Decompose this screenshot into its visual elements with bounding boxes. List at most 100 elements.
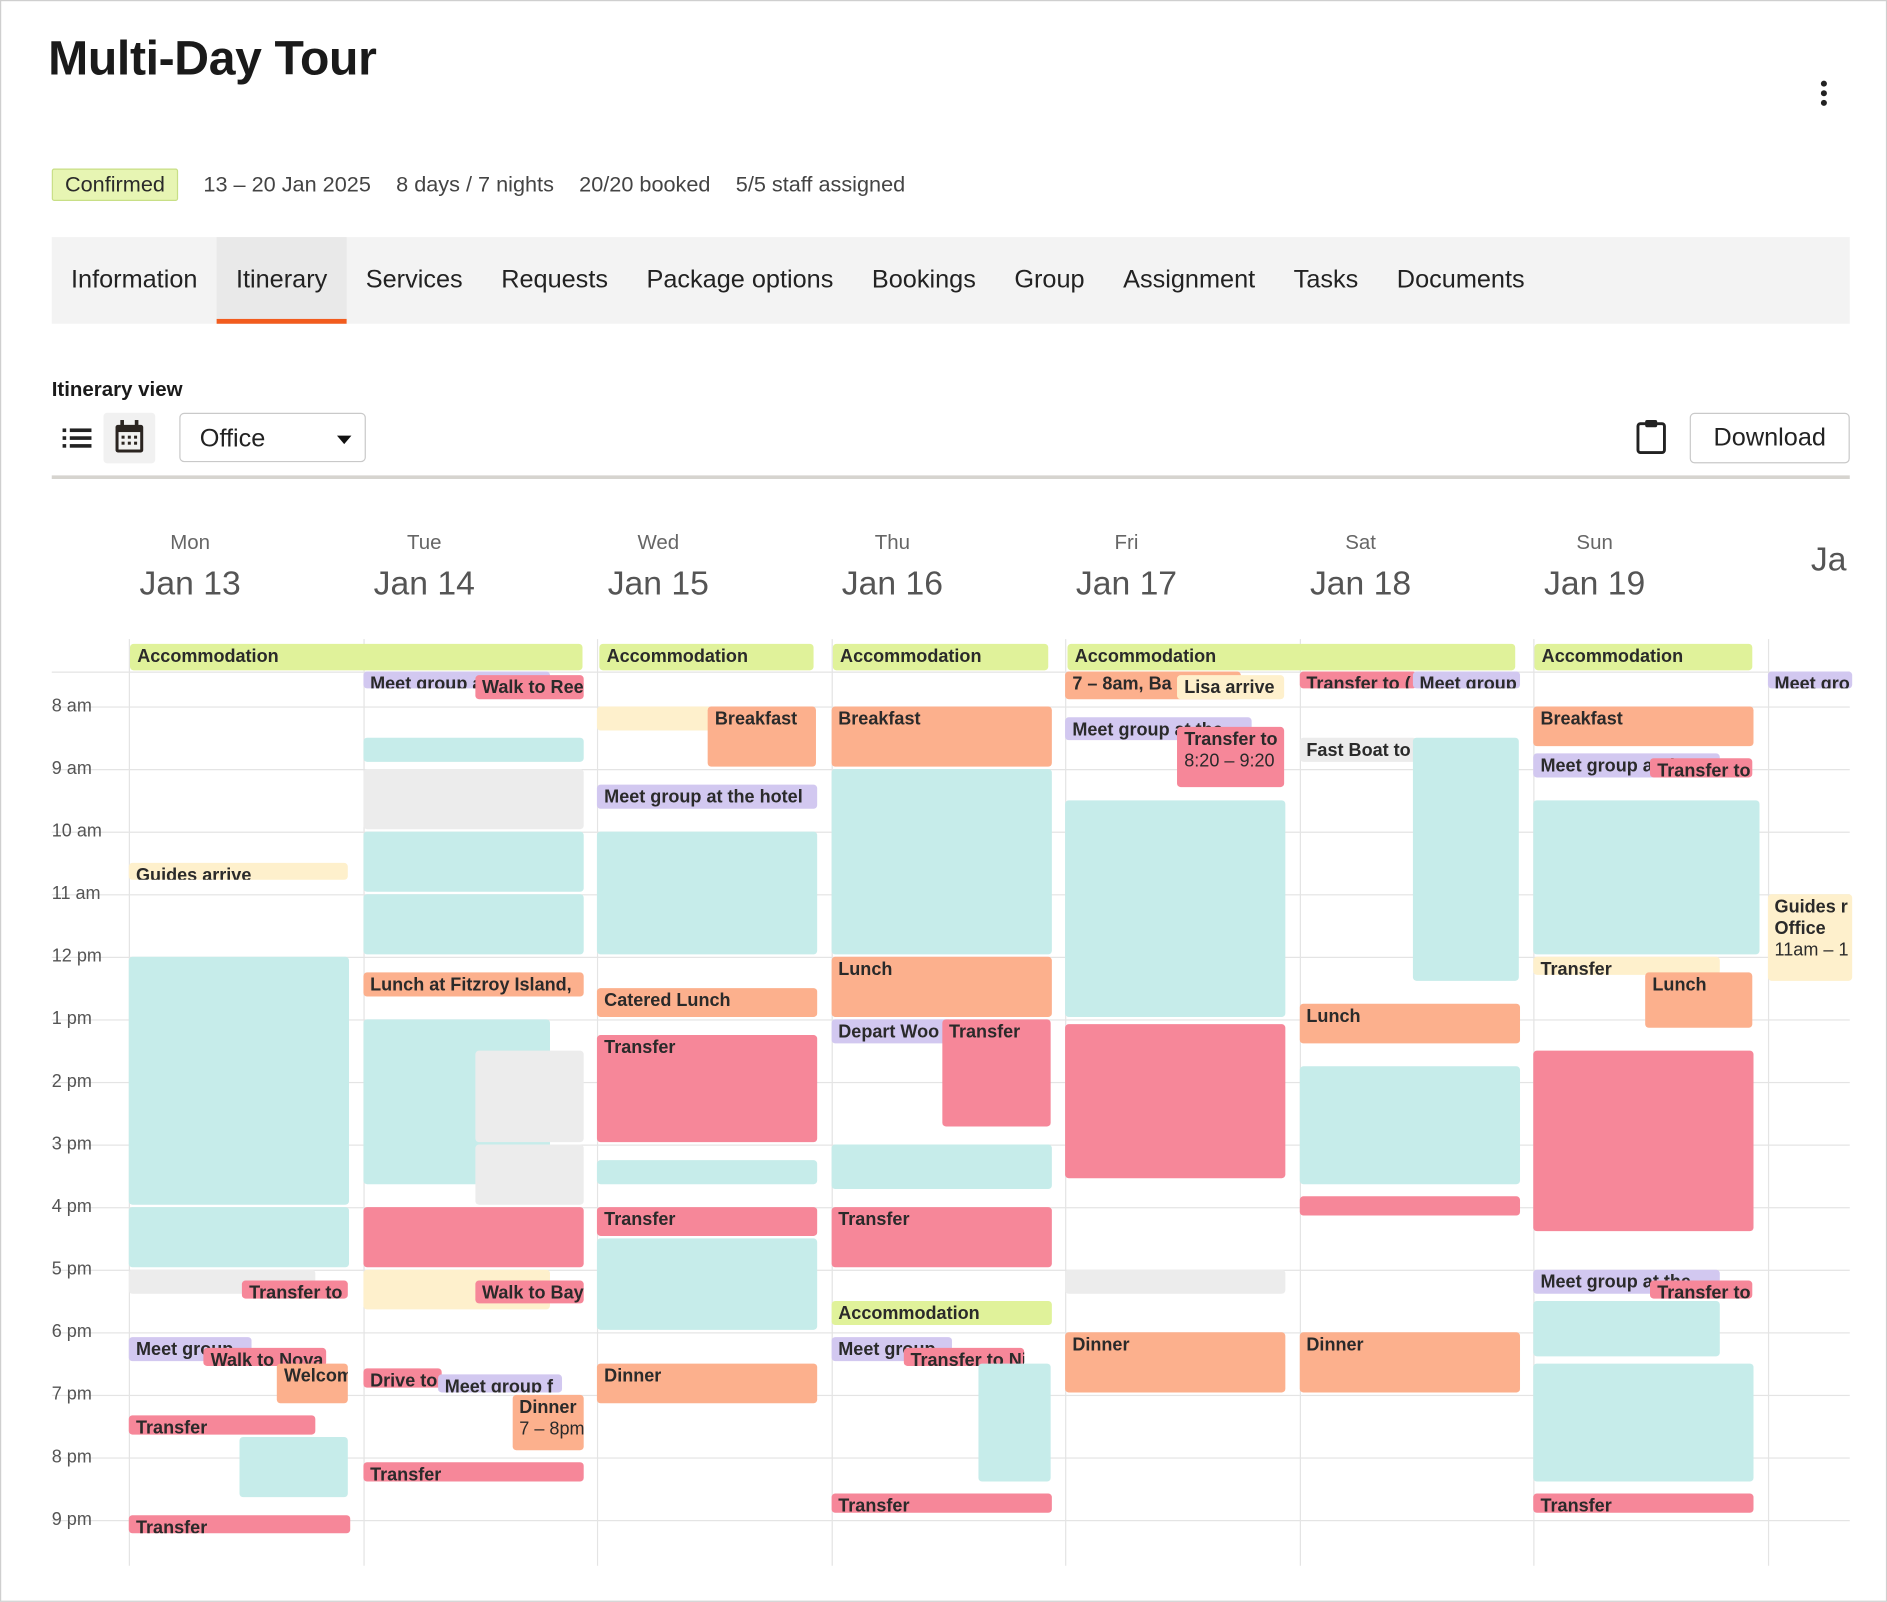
all-day-event-accommodation[interactable]: Accommodation xyxy=(1067,643,1516,671)
clipboard-icon[interactable] xyxy=(1636,419,1667,455)
event-block-activity[interactable] xyxy=(596,1238,818,1330)
event-transfer[interactable]: Transfer to ( xyxy=(1299,671,1416,689)
event-block-transfer[interactable] xyxy=(1065,1024,1286,1179)
all-day-event-accommodation[interactable]: Accommodation xyxy=(129,643,583,671)
event-block-activity[interactable] xyxy=(831,769,1052,955)
event-transfer[interactable]: Transfer xyxy=(128,1514,351,1534)
event-meal[interactable]: Dinner xyxy=(1299,1332,1520,1393)
tab-assignment[interactable]: Assignment xyxy=(1104,237,1275,324)
event-meal[interactable]: Lunch xyxy=(831,956,1052,1017)
download-button[interactable]: Download xyxy=(1689,412,1850,464)
event-meal[interactable]: Lunch xyxy=(1645,972,1753,1028)
event-meal[interactable]: Breakfast xyxy=(831,706,1052,767)
event-other[interactable]: Fast Boat to xyxy=(1299,737,1416,762)
event-transfer[interactable]: Transfer xyxy=(596,1035,818,1143)
event-block-activity[interactable] xyxy=(1533,800,1760,955)
event-meal[interactable]: Dinner xyxy=(596,1363,818,1403)
event-block-activity[interactable] xyxy=(1412,737,1519,981)
event-block-activity[interactable] xyxy=(362,831,584,892)
event-transfer[interactable]: Transfer xyxy=(128,1415,316,1435)
event-block-activity[interactable] xyxy=(596,831,818,955)
tab-tasks[interactable]: Tasks xyxy=(1274,237,1377,324)
event-transfer[interactable]: Walk to Bay xyxy=(474,1280,584,1304)
event-transfer[interactable]: Transfer xyxy=(831,1207,1052,1268)
event-meal[interactable]: Breakfast xyxy=(707,706,816,767)
calendar-view-button[interactable] xyxy=(103,412,156,464)
event-block-activity[interactable] xyxy=(1533,1300,1720,1356)
event-accommodation[interactable]: Accommodation xyxy=(831,1300,1052,1325)
itinerary-view-label: Itinerary view xyxy=(51,377,183,401)
list-icon[interactable] xyxy=(61,425,92,451)
event-transfer[interactable]: Transfer xyxy=(941,1019,1051,1127)
event-transfer[interactable]: Transfer xyxy=(596,1207,818,1236)
event-block-activity[interactable] xyxy=(977,1363,1051,1482)
event-transfer[interactable]: Transfer to xyxy=(1649,758,1753,778)
all-day-event-accommodation[interactable]: Accommodation xyxy=(599,643,814,671)
event-block-activity[interactable] xyxy=(1533,1363,1754,1482)
event-transfer[interactable]: Transfer xyxy=(1533,1493,1754,1513)
all-day-event-accommodation[interactable]: Accommodation xyxy=(832,643,1049,671)
event-block-activity[interactable] xyxy=(1065,800,1286,1017)
event-title: Depart Woo xyxy=(838,1021,940,1043)
tab-information[interactable]: Information xyxy=(52,237,217,324)
event-block-other[interactable] xyxy=(474,1050,584,1143)
event-transfer[interactable]: Transfer xyxy=(831,1493,1052,1513)
tab-services[interactable]: Services xyxy=(347,237,482,324)
event-block-activity[interactable] xyxy=(128,956,350,1205)
tab-documents[interactable]: Documents xyxy=(1378,237,1544,324)
event-meal[interactable]: Catered Lunch xyxy=(596,988,818,1017)
calendar-icon xyxy=(115,420,144,453)
event-transfer[interactable]: Transfer to I xyxy=(1649,1280,1753,1299)
event-meal[interactable]: Dinner xyxy=(1065,1332,1286,1393)
more-options-kebab-icon[interactable] xyxy=(1811,76,1835,110)
event-block-activity[interactable] xyxy=(239,1436,348,1497)
event-block-note[interactable] xyxy=(596,706,712,731)
event-meal[interactable]: Lunch xyxy=(1299,1003,1520,1044)
event-block-other[interactable] xyxy=(474,1144,584,1205)
event-block-activity[interactable] xyxy=(831,1144,1052,1190)
event-meal[interactable]: Dinner 7 – 8pm xyxy=(512,1394,584,1450)
time-label: 4 pm xyxy=(51,1196,92,1217)
tour-duration: 8 days / 7 nights xyxy=(396,172,554,197)
event-block-other[interactable] xyxy=(362,769,584,830)
day-date: Jan 16 xyxy=(841,564,943,602)
event-meeting[interactable]: Meet group at the hotel xyxy=(596,784,818,809)
event-meeting[interactable]: Meet gro xyxy=(1767,671,1852,689)
event-transfer[interactable]: Transfer xyxy=(362,1462,584,1482)
time-label: 8 pm xyxy=(51,1446,92,1468)
event-transfer[interactable]: Transfer to 8:20 – 9:20 xyxy=(1177,727,1285,788)
event-meeting[interactable]: Depart Woo xyxy=(831,1019,952,1044)
tab-bookings[interactable]: Bookings xyxy=(853,237,995,324)
tour-dates: 13 – 20 Jan 2025 xyxy=(203,172,371,197)
tab-requests[interactable]: Requests xyxy=(482,237,627,324)
event-time: 11am – 1 xyxy=(1774,939,1849,961)
event-note[interactable]: Guides r Office 11am – 1 xyxy=(1767,894,1852,981)
event-meal[interactable]: Breakfast xyxy=(1533,706,1754,746)
day-date: Jan 18 xyxy=(1309,564,1412,602)
tab-group[interactable]: Group xyxy=(995,237,1104,324)
event-transfer[interactable]: Transfer to I xyxy=(241,1280,348,1299)
event-transfer[interactable]: Drive to xyxy=(362,1368,442,1388)
view-select-dropdown[interactable]: Office xyxy=(179,412,366,463)
event-block-activity[interactable] xyxy=(128,1207,350,1268)
event-block-activity[interactable] xyxy=(596,1160,818,1184)
event-note[interactable]: Guides arrive xyxy=(128,862,348,880)
event-block-transfer[interactable] xyxy=(362,1207,584,1268)
event-meeting[interactable]: Meet group f xyxy=(437,1373,562,1393)
tab-package-options[interactable]: Package options xyxy=(627,237,852,324)
event-title: Transfer xyxy=(1540,1496,1612,1513)
event-meal[interactable]: Lunch at Fitzroy Island, xyxy=(362,972,584,997)
event-note[interactable]: Lisa arrive xyxy=(1177,675,1285,699)
event-meeting[interactable]: Meet group xyxy=(1412,671,1520,689)
event-block-activity[interactable] xyxy=(362,737,584,762)
event-transfer[interactable]: Walk to Reef xyxy=(474,675,584,699)
event-block-activity[interactable] xyxy=(1299,1066,1520,1184)
event-block-transfer[interactable] xyxy=(1299,1196,1520,1216)
event-block-other[interactable] xyxy=(1065,1269,1286,1294)
event-block-transfer[interactable] xyxy=(1533,1050,1754,1231)
event-block-activity[interactable] xyxy=(362,894,584,955)
tab-itinerary[interactable]: Itinerary xyxy=(216,237,347,324)
all-day-event-accommodation[interactable]: Accommodation xyxy=(1534,643,1753,671)
event-meal[interactable]: Welcome xyxy=(276,1363,348,1403)
day-header: Thu Jan 16 xyxy=(776,531,1009,603)
